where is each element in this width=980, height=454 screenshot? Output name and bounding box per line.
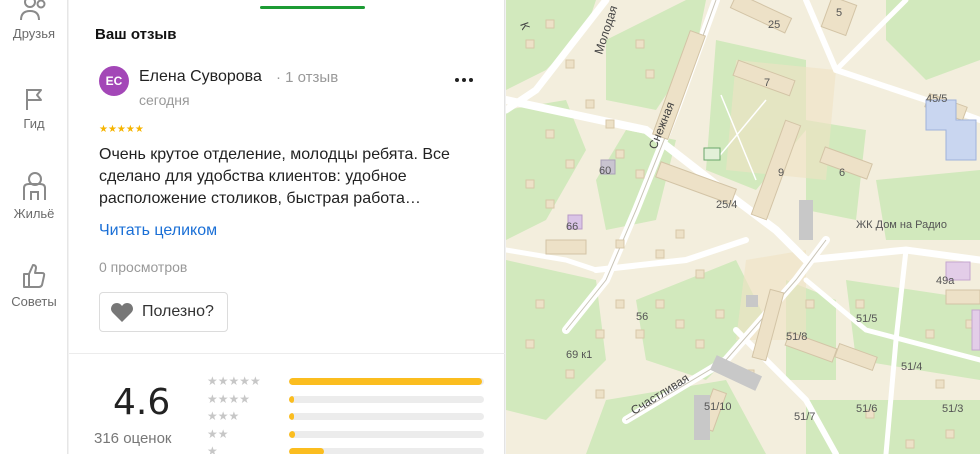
gray-building [746, 295, 758, 307]
distribution-bar-fill [289, 448, 325, 454]
people-icon [20, 0, 46, 21]
nav-item-label: Советы [11, 294, 57, 309]
nav-item-label: Гид [23, 116, 45, 131]
nav-item-label: Жильё [13, 206, 55, 221]
nav-item-tips[interactable]: Советы [0, 262, 68, 309]
map-address-label: 49а [936, 275, 955, 287]
useful-button[interactable]: Полезно? [99, 292, 228, 332]
divider [69, 353, 505, 354]
distribution-stars: ★★★ [207, 409, 240, 423]
distribution-bar [289, 413, 484, 420]
review-date: сегодня [139, 92, 190, 108]
read-more-link[interactable]: Читать целиком [99, 222, 217, 240]
nav-item-friends[interactable]: Друзья [0, 0, 68, 41]
review-text: Очень крутое отделение, молодцы ребята. … [99, 146, 450, 207]
nav-item-guide[interactable]: Гид [0, 86, 68, 131]
ratings-count: 316 оценок [94, 430, 172, 447]
nav-item-label: Друзья [12, 26, 56, 41]
map-address-label: 69 к1 [566, 349, 592, 361]
distribution-bar-fill [289, 378, 483, 385]
map-address-label: 66 [566, 221, 578, 233]
author-name[interactable]: Елена Суворова [139, 68, 262, 86]
review-stars: ★★★★★ [99, 124, 144, 135]
house-person-icon [23, 172, 46, 200]
map-address-label: 51/7 [794, 411, 815, 423]
views-count: 0 просмотров [99, 259, 188, 275]
flag-icon [26, 89, 42, 110]
left-nav-rail: Друзья Гид Жильё Советы [0, 0, 68, 454]
building-45-5[interactable] [925, 99, 977, 161]
active-tab-indicator [260, 6, 365, 9]
map-address-label: 51/6 [856, 403, 877, 415]
distribution-stars: ★★ [207, 426, 229, 441]
map-address-label: 5 [836, 7, 842, 19]
distribution-bar-fill [289, 395, 294, 403]
building-edge [971, 309, 980, 351]
distribution-bar [289, 448, 484, 454]
more-options-button[interactable] [450, 70, 478, 90]
map-address-label: 51/4 [901, 361, 922, 373]
map-address-label: 60 [599, 165, 611, 177]
dot-icon [469, 78, 473, 82]
dot-icon [462, 78, 466, 82]
distribution-bar [289, 430, 484, 438]
thumb-up-icon [23, 264, 46, 288]
map-address-label: 51/3 [942, 403, 963, 415]
avatar[interactable]: ЕС [99, 66, 129, 96]
useful-button-label: Полезно? [142, 303, 214, 320]
map-address-label: ЖК Дом на Радио [856, 219, 947, 231]
distribution-stars: ★★★★★ [207, 374, 261, 388]
distribution-bar [289, 395, 484, 403]
distribution-stars: ★ [207, 444, 218, 454]
author-review-count: · 1 отзыв [276, 69, 339, 86]
map-address-label: 51/8 [786, 331, 807, 343]
rating-distribution-row: ★★★★ [207, 393, 489, 405]
distribution-bar-fill [289, 413, 294, 420]
distribution-stars: ★★★★ [207, 391, 251, 406]
map-address-label: 45/5 [926, 93, 947, 105]
map-address-label: 25 [768, 19, 780, 31]
section-title: Ваш отзыв [95, 26, 177, 43]
heart-icon [111, 303, 133, 322]
map-address-label: 7 [764, 77, 770, 89]
map-address-label: 51/10 [704, 401, 732, 413]
distribution-bar [289, 378, 484, 385]
map-address-label: 6 [839, 167, 845, 179]
gray-building [799, 200, 813, 240]
park-pavilion [703, 147, 721, 161]
map-canvas[interactable]: 25 5 7 45/5 9 6 60 25/4 66 ЖК Дом на Радио 49а 56 51… [506, 0, 980, 454]
nav-item-housing[interactable]: Жильё [0, 170, 68, 221]
average-rating: 4.6 [113, 382, 171, 423]
map-address-label: 51/5 [856, 313, 877, 325]
rating-distribution-row: ★ [207, 445, 489, 454]
distribution-bar-fill [289, 430, 295, 438]
map-address-label: 9 [778, 167, 784, 179]
rating-distribution-row: ★★★★★ [207, 375, 489, 387]
dot-icon [455, 78, 459, 82]
map-view[interactable]: 25 5 7 45/5 9 6 60 25/4 66 ЖК Дом на Радио 49а 56 51… [506, 0, 980, 454]
map-address-label: 56 [636, 311, 648, 323]
rating-distribution-row: ★★ [207, 428, 489, 440]
rating-distribution-row: ★★★ [207, 410, 489, 422]
review-panel: Ваш отзыв ЕС Елена Суворова · 1 отзыв се… [69, 0, 505, 454]
map-address-label: 25/4 [716, 199, 737, 211]
